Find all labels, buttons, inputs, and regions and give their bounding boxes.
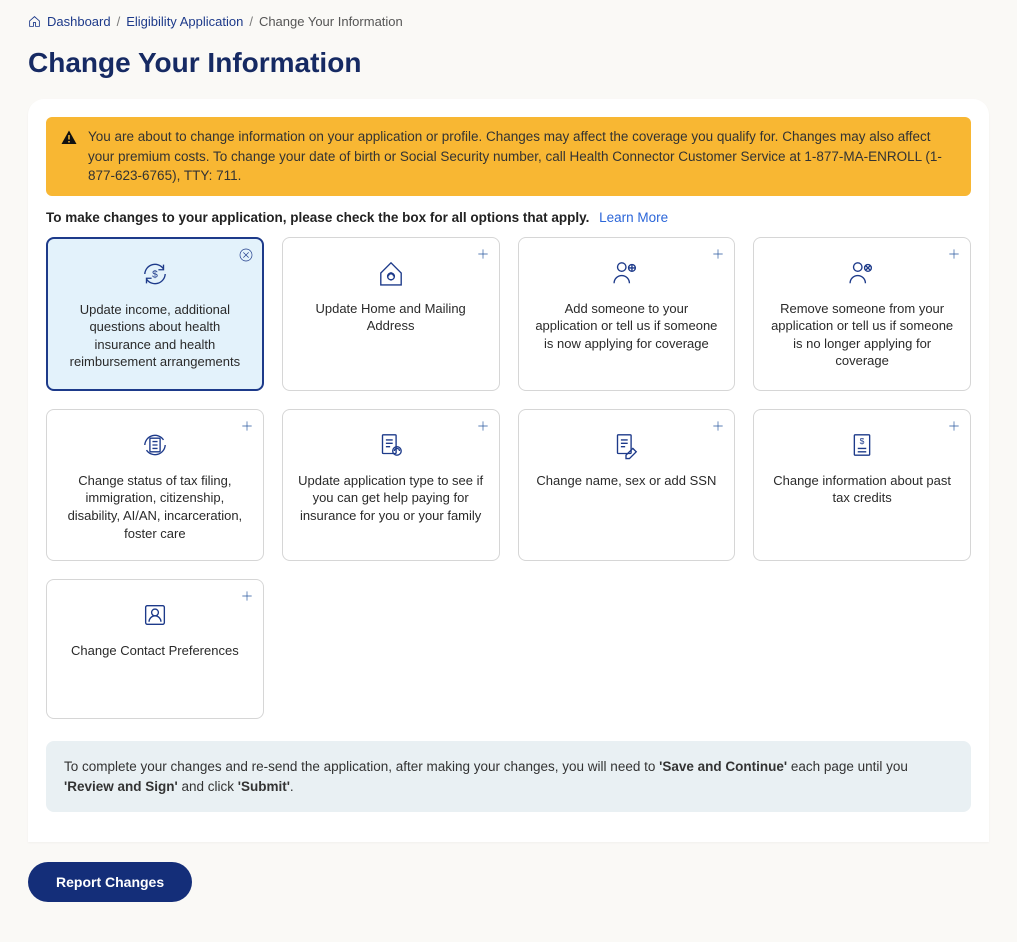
- note-bold2: 'Review and Sign': [64, 779, 178, 794]
- breadcrumb-dashboard[interactable]: Dashboard: [47, 14, 111, 29]
- card-label: Change Contact Preferences: [71, 642, 239, 660]
- note-mid: each page until you: [787, 759, 908, 774]
- card-status-change[interactable]: Change status of tax filing, immigration…: [46, 409, 264, 561]
- svg-text:$: $: [152, 269, 158, 280]
- card-update-income[interactable]: $ Update income, additional questions ab…: [46, 237, 264, 391]
- card-home-address[interactable]: Update Home and Mailing Address: [282, 237, 500, 391]
- learn-more-link[interactable]: Learn More: [599, 210, 668, 225]
- add-icon[interactable]: [239, 418, 255, 434]
- content-box: You are about to change information on y…: [28, 99, 989, 842]
- report-changes-button[interactable]: Report Changes: [28, 862, 192, 902]
- breadcrumb-current: Change Your Information: [259, 14, 403, 29]
- add-icon[interactable]: [239, 588, 255, 604]
- document-cycle-icon: [138, 428, 172, 462]
- card-label: Change information about past tax credit…: [768, 472, 956, 507]
- card-label: Change status of tax filing, immigration…: [61, 472, 249, 542]
- add-icon[interactable]: [710, 418, 726, 434]
- money-cycle-icon: $: [138, 257, 172, 291]
- note-bold3: 'Submit': [238, 779, 290, 794]
- deselect-icon[interactable]: [238, 247, 254, 263]
- house-icon: [374, 256, 408, 290]
- cards-grid: $ Update income, additional questions ab…: [46, 237, 971, 719]
- card-label: Update income, additional questions abou…: [62, 301, 248, 371]
- card-label: Add someone to your application or tell …: [533, 300, 721, 353]
- note-suffix2: .: [290, 779, 294, 794]
- card-label: Update application type to see if you ca…: [297, 472, 485, 525]
- instruction-note: To complete your changes and re-send the…: [46, 741, 971, 812]
- card-app-type[interactable]: Update application type to see if you ca…: [282, 409, 500, 561]
- breadcrumb-eligibility[interactable]: Eligibility Application: [126, 14, 243, 29]
- card-remove-person[interactable]: Remove someone from your application or …: [753, 237, 971, 391]
- warning-text: You are about to change information on y…: [88, 127, 957, 186]
- warning-alert: You are about to change information on y…: [46, 117, 971, 196]
- intro-line: To make changes to your application, ple…: [46, 210, 971, 225]
- document-sync-icon: [374, 428, 408, 462]
- card-tax-credits[interactable]: $ Change information about past tax cred…: [753, 409, 971, 561]
- add-icon[interactable]: [475, 418, 491, 434]
- note-bold1: 'Save and Continue': [659, 759, 787, 774]
- breadcrumb: Dashboard / Eligibility Application / Ch…: [28, 14, 989, 29]
- add-icon[interactable]: [946, 246, 962, 262]
- breadcrumb-sep: /: [249, 14, 253, 29]
- intro-text: To make changes to your application, ple…: [46, 210, 589, 225]
- svg-text:$: $: [860, 436, 865, 446]
- card-name-ssn[interactable]: Change name, sex or add SSN: [518, 409, 736, 561]
- add-icon[interactable]: [946, 418, 962, 434]
- add-icon[interactable]: [475, 246, 491, 262]
- warning-icon: [60, 129, 78, 147]
- person-add-icon: [609, 256, 643, 290]
- note-prefix: To complete your changes and re-send the…: [64, 759, 659, 774]
- card-label: Change name, sex or add SSN: [536, 472, 716, 490]
- breadcrumb-sep: /: [117, 14, 121, 29]
- card-label: Update Home and Mailing Address: [297, 300, 485, 335]
- document-edit-icon: [609, 428, 643, 462]
- document-money-icon: $: [845, 428, 879, 462]
- card-add-person[interactable]: Add someone to your application or tell …: [518, 237, 736, 391]
- page-title: Change Your Information: [28, 47, 989, 79]
- person-icon: [138, 598, 172, 632]
- card-label: Remove someone from your application or …: [768, 300, 956, 370]
- card-contact-prefs[interactable]: Change Contact Preferences: [46, 579, 264, 719]
- home-icon: [28, 15, 41, 28]
- add-icon[interactable]: [710, 246, 726, 262]
- note-suffix1: and click: [178, 779, 238, 794]
- person-remove-icon: [845, 256, 879, 290]
